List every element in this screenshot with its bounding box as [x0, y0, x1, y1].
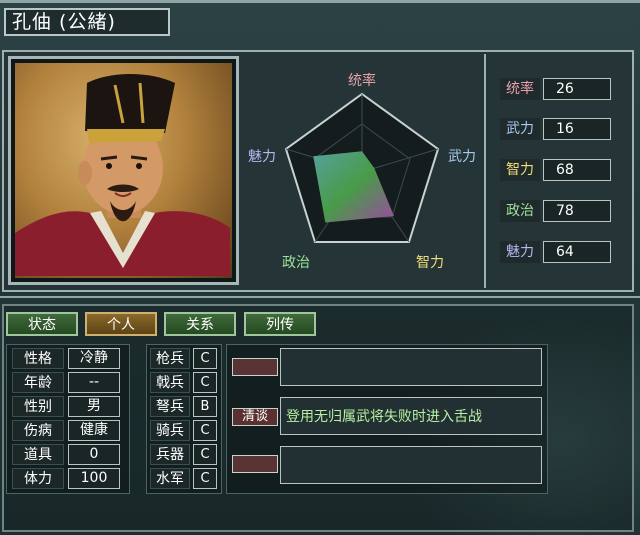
tab-biography[interactable]: 列传: [244, 312, 316, 336]
radar-label-charm: 魅力: [248, 149, 276, 165]
character-name: 孔伷 (公緒): [4, 8, 170, 36]
prop-value: 0: [68, 444, 120, 465]
top-border: [0, 0, 640, 3]
prop-value: 冷静: [68, 348, 120, 369]
stat-label: 魅力: [500, 241, 540, 263]
unit-value: C: [193, 444, 217, 465]
skill-description: 登用无归属武将失败时进入舌战: [286, 409, 482, 425]
tab-status[interactable]: 状态: [6, 312, 78, 336]
radar-label-politics: 政治: [282, 255, 310, 271]
stat-row-leadership: 统率 26: [500, 78, 616, 100]
character-portrait: [15, 63, 232, 278]
unit-value: C: [193, 372, 217, 393]
radar-label-leadership: 统率: [348, 73, 376, 89]
portrait-art: [15, 74, 230, 276]
prop-label: 年龄: [12, 372, 64, 393]
stat-value: 68: [543, 159, 611, 181]
prop-value: 健康: [68, 420, 120, 441]
skill-slot-empty[interactable]: [232, 455, 278, 473]
stat-value: 26: [543, 78, 611, 100]
tab-personal[interactable]: 个人: [85, 312, 157, 336]
tab-relations[interactable]: 关系: [164, 312, 236, 336]
unit-label: 水军: [150, 468, 190, 489]
prop-label: 体力: [12, 468, 64, 489]
unit-value: C: [193, 420, 217, 441]
stat-value: 64: [543, 241, 611, 263]
unit-label: 枪兵: [150, 348, 190, 369]
stat-label: 智力: [500, 159, 540, 181]
radar-label-war: 武力: [448, 149, 476, 165]
unit-label: 兵器: [150, 444, 190, 465]
prop-value: --: [68, 372, 120, 393]
stat-row-politics: 政治 78: [500, 200, 616, 222]
unit-label: 骑兵: [150, 420, 190, 441]
stat-label: 统率: [500, 78, 540, 100]
skill-slot-qingtan[interactable]: 清谈: [232, 408, 278, 426]
unit-label: 弩兵: [150, 396, 190, 417]
prop-value: 男: [68, 396, 120, 417]
radar-label-intelligence: 智力: [416, 255, 444, 271]
stat-row-charm: 魅力 64: [500, 241, 616, 263]
stat-row-intelligence: 智力 68: [500, 159, 616, 181]
skill-description-box: [280, 348, 542, 386]
unit-value: C: [193, 468, 217, 489]
skill-slot-empty[interactable]: [232, 358, 278, 376]
portrait-frame: [8, 56, 239, 285]
skill-description-box: [280, 446, 542, 484]
stat-value: 16: [543, 118, 611, 140]
unit-value: B: [193, 396, 217, 417]
prop-label: 性别: [12, 396, 64, 417]
stat-label: 政治: [500, 200, 540, 222]
prop-value: 100: [68, 468, 120, 489]
prop-label: 性格: [12, 348, 64, 369]
stat-value: 78: [543, 200, 611, 222]
stat-label: 武力: [500, 118, 540, 140]
stat-row-war: 武力 16: [500, 118, 616, 140]
prop-label: 伤病: [12, 420, 64, 441]
stats-radar: 统率 武力 智力 政治 魅力: [242, 54, 482, 288]
section-divider: [0, 296, 640, 298]
stats-divider: [484, 54, 486, 288]
unit-label: 戟兵: [150, 372, 190, 393]
prop-label: 道具: [12, 444, 64, 465]
unit-value: C: [193, 348, 217, 369]
